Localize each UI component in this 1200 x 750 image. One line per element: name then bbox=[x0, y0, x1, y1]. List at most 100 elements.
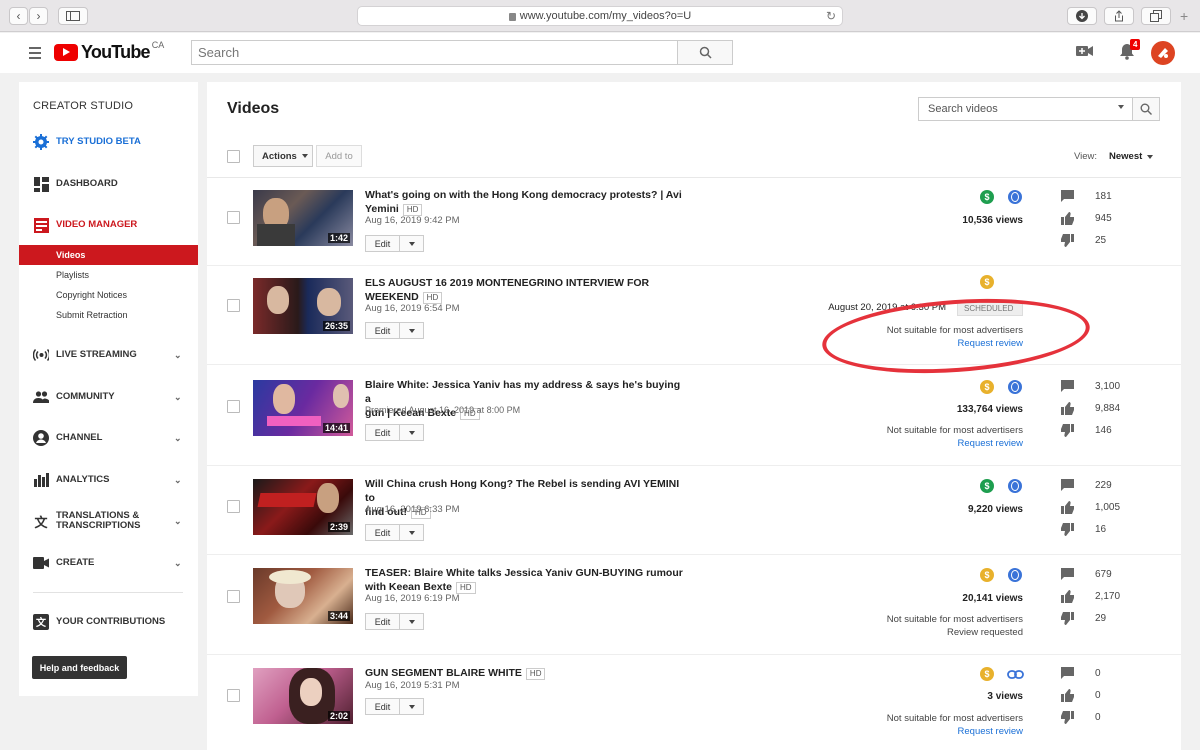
limited-monetization-dollar-icon[interactable]: $ bbox=[980, 667, 994, 681]
video-title-link[interactable]: ELS AUGUST 16 2019 MONTENEGRINO INTERVIE… bbox=[365, 276, 685, 304]
scheduled-time: August 20, 2019 at 6:30 PM bbox=[828, 302, 946, 313]
sidebar-item-label: DASHBOARD bbox=[56, 178, 118, 189]
public-globe-icon[interactable] bbox=[1008, 479, 1022, 493]
sidebar-item-video-manager[interactable]: VIDEO MANAGER bbox=[19, 213, 198, 237]
request-review-link[interactable]: Request review bbox=[958, 338, 1023, 349]
video-thumbnail[interactable]: 3:44 bbox=[253, 568, 353, 624]
sidebar-item-live-streaming[interactable]: LIVE STREAMING ⌄ bbox=[19, 343, 198, 367]
sidebar-item-try-studio-beta[interactable]: TRY STUDIO BETA bbox=[19, 130, 198, 154]
video-title-link[interactable]: GUN SEGMENT BLAIRE WHITE HD bbox=[365, 666, 685, 680]
monetization-dollar-icon[interactable]: $ bbox=[980, 479, 994, 493]
browser-toolbar: ‹ › www.youtube.com/my_videos?o=U ↻ + bbox=[0, 0, 1200, 32]
public-globe-icon[interactable] bbox=[1008, 568, 1022, 582]
add-to-button[interactable]: Add to bbox=[316, 145, 362, 167]
video-thumbnail[interactable]: 2:39 bbox=[253, 479, 353, 535]
caret-down-icon bbox=[1147, 155, 1154, 159]
video-thumbnail[interactable]: 1:42 bbox=[253, 190, 353, 246]
video-thumbnail[interactable]: 26:35 bbox=[253, 278, 353, 334]
reload-icon[interactable]: ↻ bbox=[826, 9, 836, 23]
chevron-down-icon[interactable]: ⌄ bbox=[174, 350, 182, 361]
chevron-down-icon[interactable]: ⌄ bbox=[174, 516, 182, 527]
chevron-down-icon[interactable]: ⌄ bbox=[174, 392, 182, 403]
request-review-link[interactable]: Request review bbox=[958, 726, 1023, 737]
chevron-down-icon[interactable]: ⌄ bbox=[174, 558, 182, 569]
request-review-link[interactable]: Request review bbox=[958, 438, 1023, 449]
video-thumbnail[interactable]: 14:41 bbox=[253, 380, 353, 436]
chevron-down-icon[interactable]: ⌄ bbox=[174, 433, 182, 444]
view-sort-dropdown[interactable]: Newest bbox=[1109, 151, 1154, 162]
video-checkbox[interactable] bbox=[227, 211, 240, 224]
video-title-link[interactable]: What's going on with the Hong Kong democ… bbox=[365, 188, 685, 216]
upload-video-icon[interactable] bbox=[1076, 44, 1094, 61]
youtube-logo[interactable]: YouTube CA bbox=[54, 40, 164, 63]
video-title-link[interactable]: TEASER: Blaire White talks Jessica Yaniv… bbox=[365, 566, 685, 594]
sidebar-item-label: LIVE STREAMING bbox=[56, 349, 137, 360]
edit-button[interactable]: Edit bbox=[365, 424, 400, 441]
thumbs-up-icon bbox=[1061, 689, 1074, 702]
sidebar-toggle-button[interactable] bbox=[58, 7, 88, 25]
select-all-checkbox[interactable] bbox=[227, 150, 240, 163]
video-thumbnail[interactable]: 2:02 bbox=[253, 668, 353, 724]
sidebar-item-label: COMMUNITY bbox=[56, 391, 115, 402]
video-date: Aug 16, 2019 6:54 PM bbox=[365, 303, 460, 314]
dislike-count: 29 bbox=[1095, 613, 1107, 624]
sidebar-subitem-copyright-notices[interactable]: Copyright Notices bbox=[19, 285, 198, 305]
sidebar-item-translations[interactable]: 文 TRANSLATIONS & TRANSCRIPTIONS ⌄ bbox=[19, 509, 198, 533]
menu-icon[interactable] bbox=[29, 47, 41, 62]
sidebar-subitem-videos[interactable]: Videos bbox=[19, 245, 198, 265]
sidebar-item-create[interactable]: CREATE ⌄ bbox=[19, 551, 198, 575]
view-count: 20,141 views bbox=[962, 593, 1023, 604]
edit-button[interactable]: Edit bbox=[365, 613, 400, 630]
public-globe-icon[interactable] bbox=[1008, 190, 1022, 204]
video-checkbox[interactable] bbox=[227, 500, 240, 513]
edit-dropdown-button[interactable] bbox=[400, 322, 424, 339]
public-globe-icon[interactable] bbox=[1008, 380, 1022, 394]
back-button[interactable]: ‹ bbox=[9, 7, 28, 25]
sidebar-item-your-contributions[interactable]: 文 YOUR CONTRIBUTIONS bbox=[19, 610, 198, 634]
edit-button-group: Edit bbox=[365, 698, 424, 715]
downloads-button[interactable] bbox=[1067, 7, 1097, 25]
chevron-down-icon[interactable]: ⌄ bbox=[174, 475, 182, 486]
help-and-feedback-button[interactable]: Help and feedback bbox=[32, 656, 127, 679]
video-checkbox[interactable] bbox=[227, 689, 240, 702]
address-bar[interactable]: www.youtube.com/my_videos?o=U ↻ bbox=[357, 6, 843, 26]
caret-down-icon bbox=[408, 430, 415, 435]
search-videos-button[interactable] bbox=[1132, 97, 1160, 121]
edit-dropdown-button[interactable] bbox=[400, 698, 424, 715]
actions-dropdown[interactable]: Actions bbox=[253, 145, 313, 167]
share-button[interactable] bbox=[1104, 7, 1134, 25]
edit-dropdown-button[interactable] bbox=[400, 424, 424, 441]
edit-button[interactable]: Edit bbox=[365, 524, 400, 541]
limited-monetization-dollar-icon[interactable]: $ bbox=[980, 275, 994, 289]
monetization-dollar-icon[interactable]: $ bbox=[980, 190, 994, 204]
sidebar-subitem-submit-retraction[interactable]: Submit Retraction bbox=[19, 305, 198, 325]
new-tab-icon[interactable]: + bbox=[1180, 8, 1188, 24]
edit-button[interactable]: Edit bbox=[365, 235, 400, 252]
limited-monetization-dollar-icon[interactable]: $ bbox=[980, 380, 994, 394]
unlisted-link-icon[interactable] bbox=[1007, 670, 1024, 679]
edit-dropdown-button[interactable] bbox=[400, 235, 424, 252]
tabs-button[interactable] bbox=[1141, 7, 1171, 25]
forward-button[interactable]: › bbox=[29, 7, 48, 25]
sidebar-subitem-playlists[interactable]: Playlists bbox=[19, 265, 198, 285]
account-avatar[interactable] bbox=[1151, 41, 1175, 65]
sidebar-item-community[interactable]: COMMUNITY ⌄ bbox=[19, 385, 198, 409]
limited-monetization-dollar-icon[interactable]: $ bbox=[980, 568, 994, 582]
tabs-icon bbox=[1150, 10, 1162, 22]
video-row: 26:35 ELS AUGUST 16 2019 MONTENEGRINO IN… bbox=[207, 267, 1181, 365]
sidebar-item-analytics[interactable]: ANALYTICS ⌄ bbox=[19, 468, 198, 492]
edit-button[interactable]: Edit bbox=[365, 698, 400, 715]
edit-button[interactable]: Edit bbox=[365, 322, 400, 339]
video-checkbox[interactable] bbox=[227, 299, 240, 312]
search-videos-input[interactable]: Search videos bbox=[918, 97, 1133, 121]
ad-suitability-notice: Not suitable for most advertisers bbox=[886, 713, 1023, 724]
edit-dropdown-button[interactable] bbox=[400, 524, 424, 541]
sidebar-item-dashboard[interactable]: DASHBOARD bbox=[19, 172, 198, 196]
sidebar-item-channel[interactable]: CHANNEL ⌄ bbox=[19, 426, 198, 450]
video-checkbox[interactable] bbox=[227, 590, 240, 603]
dropdown-arrow-icon[interactable] bbox=[1118, 105, 1124, 109]
edit-dropdown-button[interactable] bbox=[400, 613, 424, 630]
search-input[interactable]: Search bbox=[191, 40, 678, 65]
video-checkbox[interactable] bbox=[227, 400, 240, 413]
search-button[interactable] bbox=[677, 40, 733, 65]
